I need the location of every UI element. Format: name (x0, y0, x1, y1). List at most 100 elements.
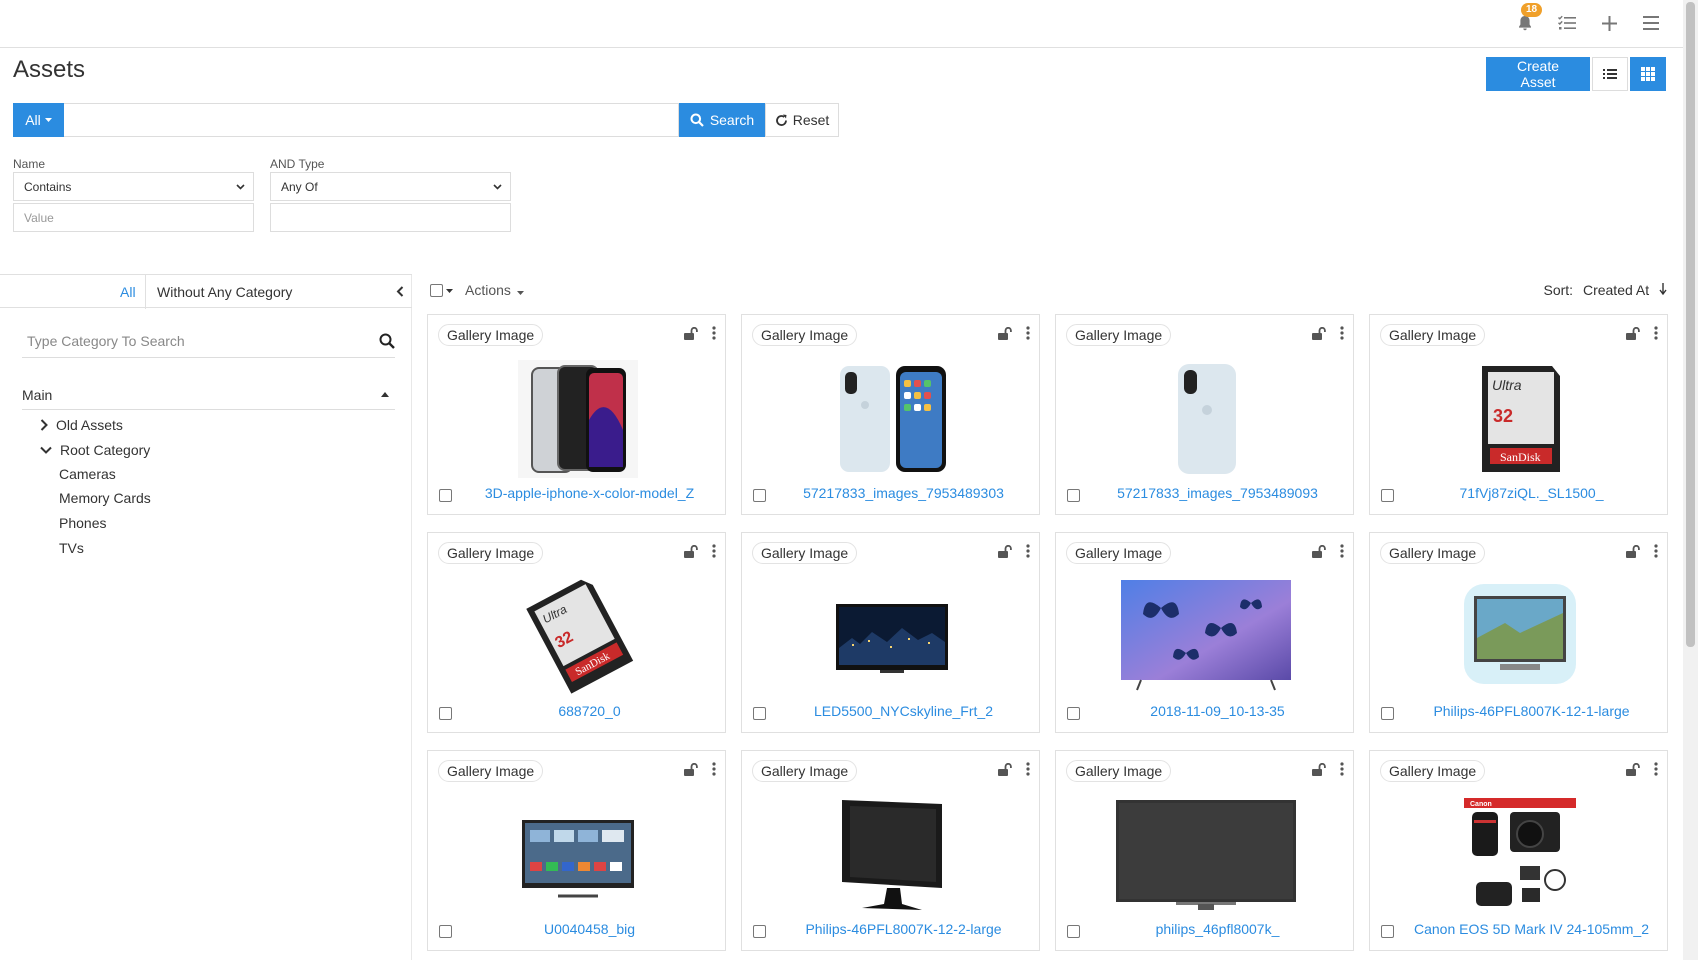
asset-name-link[interactable]: 71fVj87ziQL._SL1500_ (1400, 485, 1663, 501)
asset-thumbnail[interactable] (1116, 793, 1296, 916)
asset-menu-button[interactable] (712, 326, 716, 342)
asset-thumbnail[interactable] (1430, 575, 1610, 698)
asset-menu-button[interactable] (1340, 762, 1344, 778)
asset-name-link[interactable]: 2018-11-09_10-13-35 (1086, 703, 1349, 719)
unlock-button[interactable] (684, 326, 699, 343)
asset-card[interactable]: Gallery Image Ultra 32 SanDisk 71fVj87ziQL._… (1369, 314, 1668, 515)
asset-name-link[interactable]: 57217833_images_7953489093 (1086, 485, 1349, 501)
asset-checkbox[interactable] (1381, 925, 1394, 938)
asset-thumbnail[interactable]: Ultra 32 SanDisk (488, 575, 668, 698)
asset-thumbnail[interactable]: Canon (1430, 793, 1610, 916)
reset-button[interactable]: Reset (765, 103, 839, 137)
asset-card[interactable]: Gallery Image 57217833_images_7953489303 (741, 314, 1040, 515)
asset-card[interactable]: Gallery Image 57217833_images_7953489093 (1055, 314, 1354, 515)
asset-card[interactable]: Gallery Image Philips-46PFL8007K-12-2-lar… (741, 750, 1040, 951)
asset-menu-button[interactable] (1654, 326, 1658, 342)
tree-item-memory-cards[interactable]: Memory Cards (59, 490, 151, 506)
asset-name-link[interactable]: philips_46pfl8007k_ (1086, 921, 1349, 937)
asset-checkbox[interactable] (753, 489, 766, 502)
asset-thumbnail[interactable]: Ultra 32 SanDisk (1430, 357, 1610, 480)
unlock-button[interactable] (1626, 544, 1641, 561)
category-search-input[interactable]: Type Category To Search (22, 324, 395, 358)
select-all-checkbox[interactable] (430, 284, 443, 297)
asset-checkbox[interactable] (1067, 707, 1080, 720)
asset-checkbox[interactable] (439, 925, 452, 938)
select-all-dropdown[interactable] (430, 284, 453, 297)
tree-root-main[interactable]: Main (22, 380, 395, 410)
asset-checkbox[interactable] (1067, 925, 1080, 938)
asset-thumbnail[interactable] (488, 357, 668, 480)
unlock-button[interactable] (1312, 544, 1327, 561)
name-operator-select[interactable]: Contains (13, 172, 254, 201)
unlock-button[interactable] (684, 762, 699, 779)
asset-menu-button[interactable] (1026, 762, 1030, 778)
create-asset-button[interactable]: Create Asset (1486, 57, 1590, 91)
asset-checkbox[interactable] (1381, 489, 1394, 502)
asset-menu-button[interactable] (1654, 762, 1658, 778)
asset-menu-button[interactable] (1654, 544, 1658, 560)
asset-card[interactable]: Gallery Image Philips-46PFL8007K-12-1-lar… (1369, 532, 1668, 733)
asset-card[interactable]: Gallery Image LED5500_NYCskyline_Frt_2 (741, 532, 1040, 733)
search-scope-dropdown[interactable]: All (13, 103, 64, 137)
quick-create-button[interactable] (1599, 13, 1619, 33)
asset-card[interactable]: Gallery Image philips_46pfl8007k_ (1055, 750, 1354, 951)
grid-view-button[interactable] (1630, 57, 1666, 91)
asset-checkbox[interactable] (1381, 707, 1394, 720)
list-view-button[interactable] (1592, 57, 1628, 91)
asset-checkbox[interactable] (439, 707, 452, 720)
asset-menu-button[interactable] (1026, 326, 1030, 342)
tab-without-category[interactable]: Without Any Category (145, 275, 412, 309)
tree-item-old-assets[interactable]: Old Assets (40, 417, 123, 433)
search-button[interactable]: Search (679, 103, 765, 137)
asset-card[interactable]: Gallery Image 3D-apple-iphone-x-color-mod… (427, 314, 726, 515)
unlock-button[interactable] (1312, 326, 1327, 343)
notifications-button[interactable]: 18 (1515, 3, 1543, 33)
asset-name-link[interactable]: 57217833_images_7953489303 (772, 485, 1035, 501)
tasks-button[interactable] (1557, 13, 1577, 33)
search-input[interactable] (64, 103, 679, 137)
asset-card[interactable]: Gallery Image Ultra 32 SanDisk 688720_0 (427, 532, 726, 733)
sort-control[interactable]: Sort: Created At (1543, 282, 1667, 298)
type-value-input[interactable] (270, 203, 511, 232)
asset-name-link[interactable]: U0040458_big (458, 921, 721, 937)
asset-name-link[interactable]: 3D-apple-iphone-x-color-model_Z (458, 485, 721, 501)
asset-card[interactable]: Gallery Image U0040458_big (427, 750, 726, 951)
main-menu-button[interactable] (1641, 13, 1661, 33)
unlock-button[interactable] (1626, 762, 1641, 779)
tree-item-tvs[interactable]: TVs (59, 540, 84, 556)
asset-thumbnail[interactable] (1116, 357, 1296, 480)
collapse-sidebar-button[interactable] (396, 275, 404, 309)
asset-name-link[interactable]: Philips-46PFL8007K-12-1-large (1400, 703, 1663, 719)
asset-thumbnail[interactable] (802, 793, 982, 916)
asset-checkbox[interactable] (439, 489, 452, 502)
asset-menu-button[interactable] (712, 762, 716, 778)
sort-field[interactable]: Created At (1583, 282, 1649, 298)
asset-checkbox[interactable] (1067, 489, 1080, 502)
asset-menu-button[interactable] (712, 544, 716, 560)
asset-card[interactable]: Gallery Image Canon Canon EOS 5D Mark IV 2… (1369, 750, 1668, 951)
unlock-button[interactable] (1626, 326, 1641, 343)
asset-thumbnail[interactable] (802, 575, 982, 698)
actions-dropdown[interactable]: Actions (465, 282, 524, 298)
unlock-button[interactable] (998, 544, 1013, 561)
asset-name-link[interactable]: Canon EOS 5D Mark IV 24-105mm_2 (1400, 921, 1663, 937)
unlock-button[interactable] (998, 762, 1013, 779)
asset-checkbox[interactable] (753, 925, 766, 938)
tree-item-root-category[interactable]: Root Category (40, 442, 150, 458)
asset-thumbnail[interactable] (1116, 575, 1296, 698)
unlock-button[interactable] (684, 544, 699, 561)
asset-checkbox[interactable] (753, 707, 766, 720)
unlock-button[interactable] (998, 326, 1013, 343)
tree-item-phones[interactable]: Phones (59, 515, 106, 531)
asset-name-link[interactable]: Philips-46PFL8007K-12-2-large (772, 921, 1035, 937)
asset-menu-button[interactable] (1340, 326, 1344, 342)
name-value-input[interactable]: Value (13, 203, 254, 232)
asset-menu-button[interactable] (1026, 544, 1030, 560)
asset-thumbnail[interactable] (802, 357, 982, 480)
scrollbar-thumb[interactable] (1686, 2, 1695, 647)
tab-all[interactable]: All (120, 284, 136, 300)
asset-menu-button[interactable] (1340, 544, 1344, 560)
tree-item-cameras[interactable]: Cameras (59, 466, 116, 482)
asset-name-link[interactable]: 688720_0 (458, 703, 721, 719)
unlock-button[interactable] (1312, 762, 1327, 779)
